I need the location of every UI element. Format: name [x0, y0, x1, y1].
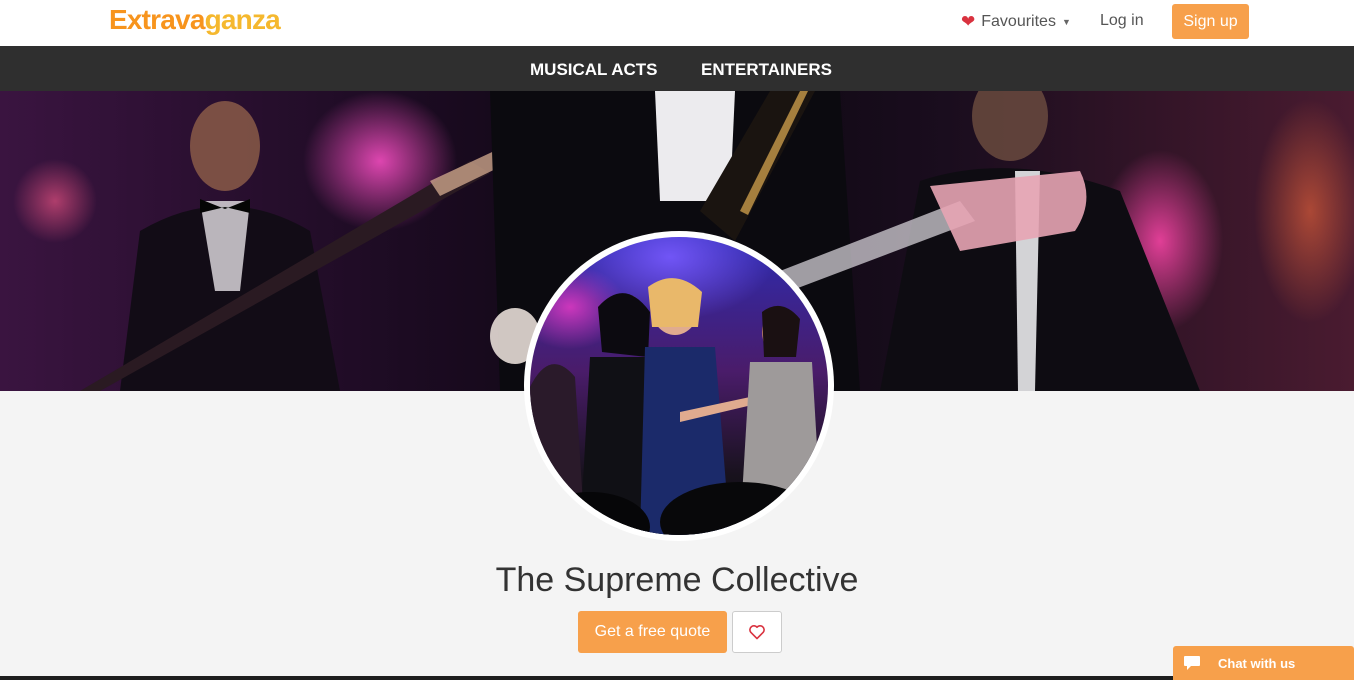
profile-title: The Supreme Collective	[495, 561, 859, 599]
favourite-button[interactable]	[732, 611, 782, 653]
chat-label: Chat with us	[1218, 655, 1296, 671]
nav-item-entertainers[interactable]: ENTERTAINERS	[701, 60, 832, 80]
site-logo[interactable]: Extravaganza	[109, 4, 281, 36]
favourites-label: Favourites	[981, 13, 1056, 30]
top-header: Extravaganza ❤ Favourites ▼ Log in Sign …	[0, 0, 1354, 46]
chat-widget-button[interactable]: Chat with us	[1173, 646, 1354, 680]
get-quote-button[interactable]: Get a free quote	[578, 611, 727, 653]
logo-text-part2: ganza	[204, 4, 281, 35]
nav-item-musical-acts[interactable]: MUSICAL ACTS	[530, 60, 658, 80]
heart-outline-icon	[749, 625, 765, 640]
profile-avatar	[530, 237, 828, 535]
logo-text-part1: Extrava	[109, 4, 205, 35]
chat-bubble-icon	[1183, 655, 1201, 671]
main-nav: MUSICAL ACTS ENTERTAINERS	[0, 46, 1354, 91]
signup-button[interactable]: Sign up	[1172, 4, 1249, 39]
avatar-photo-illustration	[530, 278, 820, 535]
page-bottom-bar	[0, 676, 1173, 680]
login-link[interactable]: Log in	[1100, 12, 1144, 30]
heart-icon: ❤	[961, 12, 976, 31]
caret-down-icon: ▼	[1061, 17, 1071, 27]
favourites-dropdown[interactable]: ❤ Favourites ▼	[961, 12, 1071, 32]
